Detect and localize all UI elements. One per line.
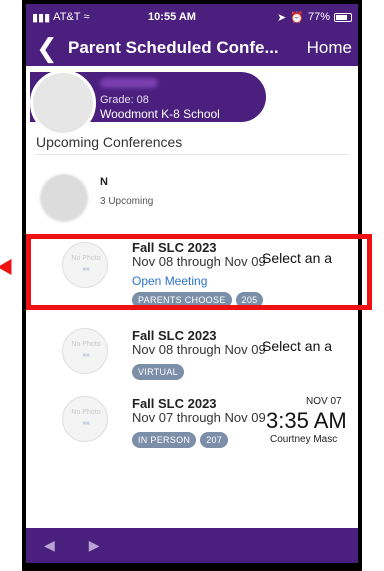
signal-icon: ▮▮▮ [32,11,51,24]
teacher-avatar [40,174,88,222]
carrier-label: AT&T [53,11,81,23]
status-right: ➤ ⏰ 77% [242,11,352,24]
location-icon: ➤ [277,11,287,24]
student-name-redacted [100,78,158,88]
status-left: ▮▮▮ AT&T ≈ [32,11,142,24]
no-photo-label: No Photo [71,341,101,348]
conference-item[interactable]: No Photo ■■ Fall SLC 2023 Nov 08 through… [26,324,358,402]
select-appointment-link[interactable]: Select an a [262,338,332,354]
conference-title: Fall SLC 2023 [132,328,217,343]
no-photo-avatar: No Photo ■■ [62,396,108,442]
tag-room: 207 [200,432,229,448]
tag-type: VIRTUAL [132,364,184,380]
student-school: Woodmont K-8 School [100,107,220,121]
status-time: 10:55 AM [148,11,196,23]
page-title: Parent Scheduled Confe... [68,38,279,57]
section-title: Upcoming Conferences [36,134,183,150]
upcoming-count: 3 Upcoming [100,196,154,207]
no-photo-label: No Photo [71,409,101,416]
status-bar: ▮▮▮ AT&T ≈ 10:55 AM ➤ ⏰ 77% [26,4,358,30]
annotation-highlight-box [26,234,372,310]
student-grade: Grade: 08 [100,94,149,106]
back-chevron-icon[interactable]: ❮ [36,35,58,61]
nav-bar: ❮ Parent Scheduled Confe... Home [26,30,358,66]
left-margin [0,0,22,571]
conference-tags: IN PERSON 207 [132,432,229,448]
home-button[interactable]: Home [307,38,352,58]
teacher-name: Courtney Masc [270,434,338,445]
battery-icon [334,12,352,22]
teacher-initial: N [100,176,108,188]
divider [36,154,348,155]
brand-icon: ■■ [82,421,90,427]
alarm-icon: ⏰ [290,11,304,24]
appointment-time: 3:35 AM [266,408,347,433]
conference-item[interactable]: No Photo ■■ Fall SLC 2023 Nov 07 through… [26,392,358,470]
student-card[interactable]: Grade: 08 Woodmont K-8 School [30,70,266,136]
conference-tags: VIRTUAL [132,364,184,380]
wifi-icon: ≈ [83,11,90,23]
bottom-toolbar: ◀ ▶ [26,528,358,563]
battery-percent: 77% [307,11,330,23]
student-avatar [30,70,96,136]
conference-dates: Nov 08 through Nov 09 [132,342,266,357]
tag-type: IN PERSON [132,432,197,448]
conference-title: Fall SLC 2023 [132,396,217,411]
forward-arrow-icon[interactable]: ▶ [89,537,100,554]
conference-dates: Nov 07 through Nov 09 [132,410,266,425]
no-photo-avatar: No Photo ■■ [62,328,108,374]
back-arrow-icon[interactable]: ◀ [44,537,55,554]
teacher-row[interactable]: N 3 Upcoming [26,162,358,222]
appointment-date: NOV 07 [306,396,342,407]
brand-icon: ■■ [82,353,90,359]
